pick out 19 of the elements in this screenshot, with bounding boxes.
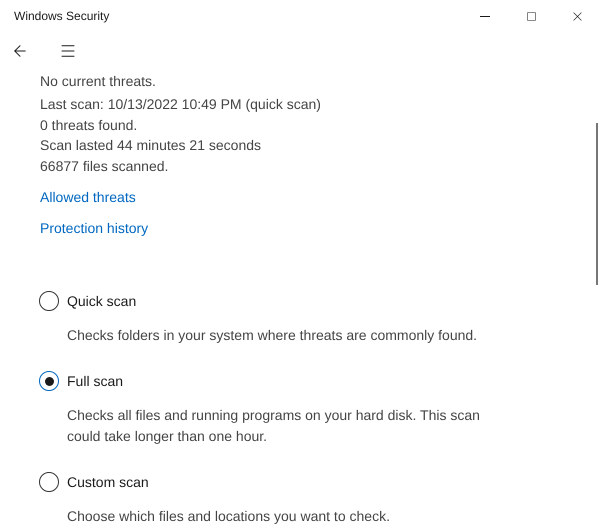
scan-detail: 66877 files scanned.	[40, 156, 170, 176]
scrollbar[interactable]	[596, 123, 598, 285]
option-description: Checks folders in your system where threats are commonly found.	[67, 326, 478, 345]
scan-detail: Last scan: 10/13/2022 10:49 PM (quick scan)	[40, 95, 322, 114]
link[interactable]: Protection history	[40, 218, 148, 238]
radio-label[interactable]: Full scan	[67, 371, 124, 391]
option-description: Choose which files and locations you want to check.	[67, 507, 391, 526]
status-headline: No current threats.	[40, 72, 157, 91]
radio-label[interactable]: Custom scan	[67, 472, 149, 492]
scan-detail: Scan lasted 44 minutes 21 seconds	[40, 136, 262, 155]
radio-button[interactable]	[39, 472, 59, 492]
radio-button[interactable]	[39, 291, 59, 311]
radio-button[interactable]	[39, 371, 59, 391]
link[interactable]: Allowed threats	[40, 187, 136, 207]
scan-detail: 0 threats found.	[40, 116, 138, 134]
radio-label[interactable]: Quick scan	[67, 291, 136, 311]
maximize-icon	[526, 10, 536, 22]
window-title: Windows Security	[14, 8, 110, 25]
option-description: Checks all files and running programs on your hard disk. This scan could take longer than one hour.	[67, 406, 481, 446]
